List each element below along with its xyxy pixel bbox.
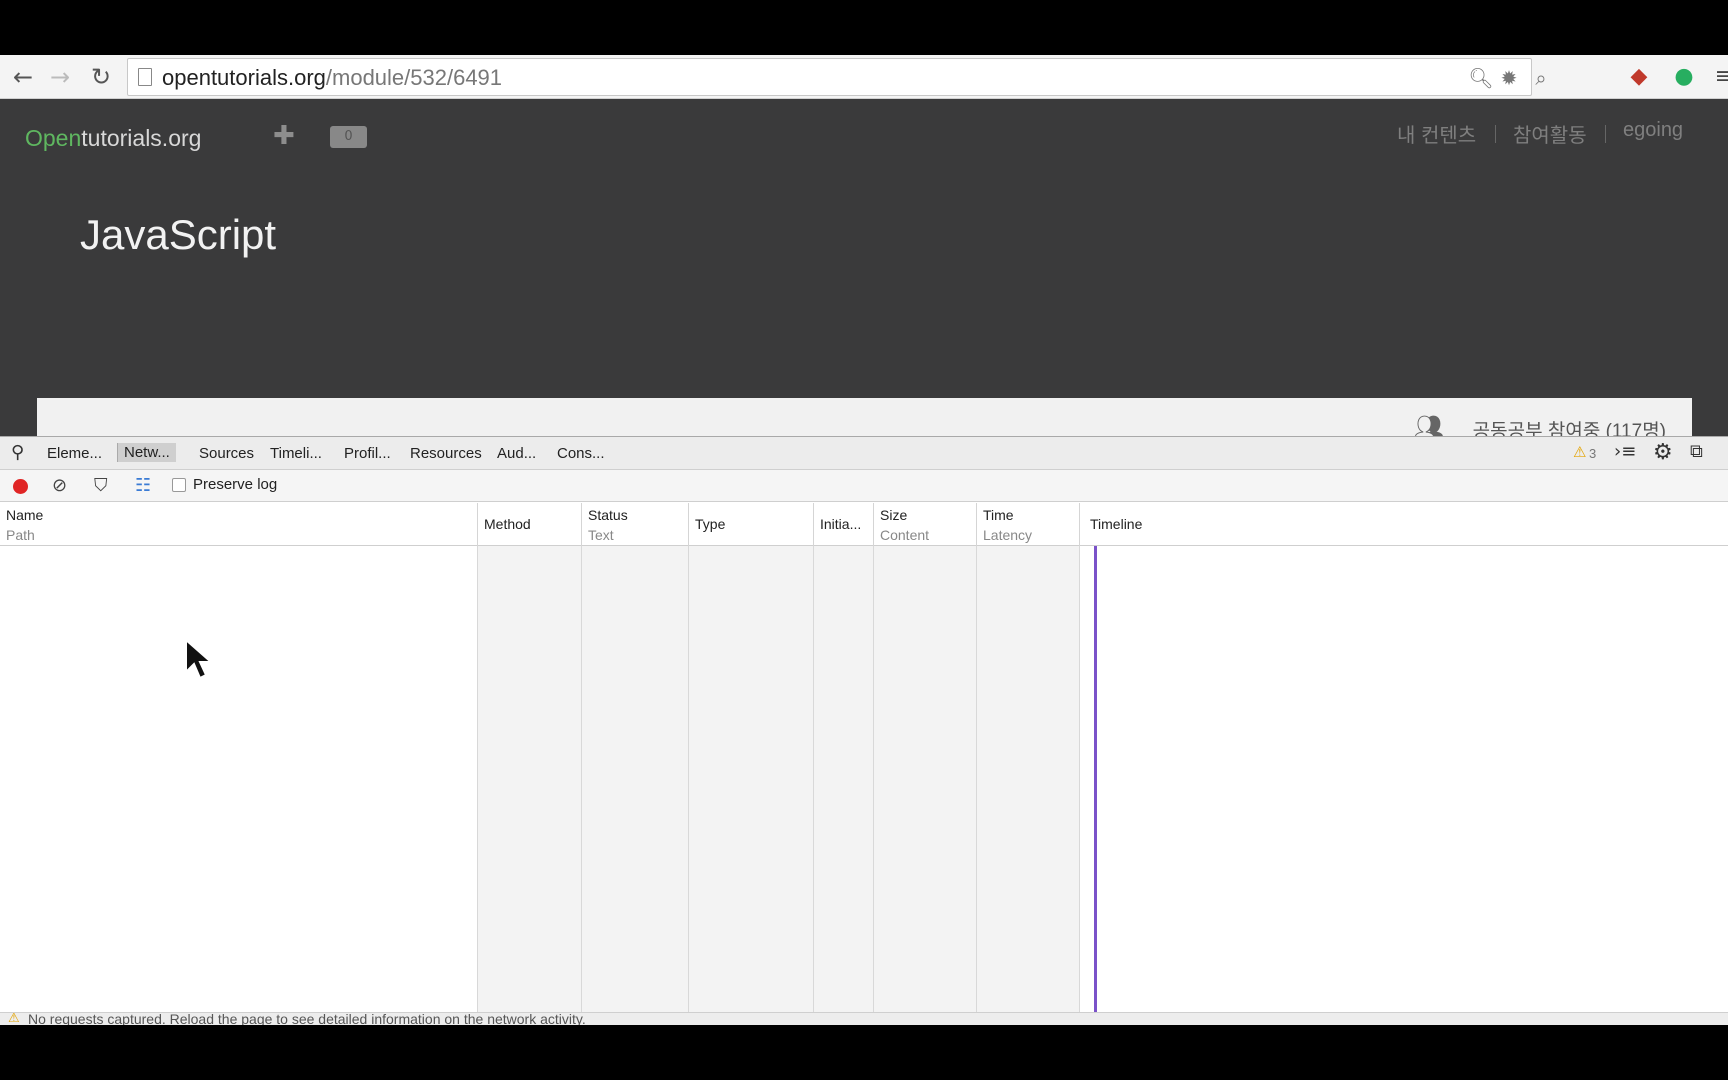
search-magnifier-icon[interactable]: 🔍︎: [1468, 65, 1494, 91]
warning-icon: ⚠: [8, 1012, 20, 1025]
list-view-icon[interactable]: ☷: [135, 475, 151, 496]
tab-profiles[interactable]: Profil...: [344, 445, 391, 462]
menu-icon[interactable]: ≡: [1710, 63, 1728, 91]
column-timeline[interactable]: Timeline: [1080, 503, 1728, 546]
nav-separator: [1495, 125, 1496, 143]
preserve-log-label: Preserve log: [193, 476, 278, 493]
timeline-marker: [1094, 546, 1097, 1012]
column-name[interactable]: Name Path: [0, 503, 478, 546]
tab-resources[interactable]: Resources: [410, 445, 482, 462]
status-bar: ⚠ No requests captured. Reload the page …: [0, 1012, 1728, 1025]
column-status[interactable]: Status Text: [582, 503, 689, 546]
filter-icon[interactable]: ⛉: [94, 475, 108, 496]
status-message: No requests captured. Reload the page to…: [28, 1012, 586, 1025]
column-time[interactable]: Time Latency: [977, 503, 1080, 546]
zoom-icon[interactable]: ⌕: [1528, 65, 1554, 91]
tab-audits[interactable]: Aud...: [497, 445, 536, 462]
clear-icon[interactable]: ⊘: [52, 475, 67, 496]
nav-separator: [1605, 125, 1606, 143]
gear-icon[interactable]: ⚙: [1653, 440, 1673, 465]
url-text: opentutorials.org/module/532/6491: [162, 65, 503, 90]
screen-frame: ← → ↻ opentutorials.org/module/532/6491 …: [0, 55, 1728, 1025]
green-extension-icon[interactable]: ●: [1670, 63, 1698, 91]
browser-toolbar: ← → ↻ opentutorials.org/module/532/6491 …: [0, 55, 1728, 99]
forward-arrow-icon[interactable]: →: [45, 62, 75, 92]
devtools-panel: ⚲ Eleme... Netw... Sources Timeli... Pro…: [0, 436, 1728, 1025]
network-grid-body: [0, 546, 1728, 1012]
gear-extension-icon[interactable]: ✹: [1496, 65, 1522, 91]
column-initiator[interactable]: Initia...: [814, 503, 874, 546]
tab-sources[interactable]: Sources: [199, 445, 254, 462]
column-type[interactable]: Type: [689, 503, 814, 546]
plus-icon[interactable]: ✚: [273, 121, 295, 151]
search-icon[interactable]: ⚲: [11, 442, 24, 463]
notification-badge[interactable]: 0: [330, 126, 367, 148]
column-method[interactable]: Method: [478, 503, 582, 546]
network-toolbar: ⊘ ⛉ ☷ Preserve log: [0, 470, 1728, 502]
dock-icon[interactable]: ⧉: [1690, 441, 1703, 462]
reload-icon[interactable]: ↻: [86, 62, 116, 92]
drawer-toggle-icon[interactable]: ›≡: [1614, 441, 1636, 462]
site-logo[interactable]: Opentutorials.org: [25, 125, 201, 152]
nav-activity[interactable]: 참여활동: [1513, 119, 1587, 148]
column-size[interactable]: Size Content: [874, 503, 977, 546]
nav-my-contents[interactable]: 내 컨텐츠: [1397, 119, 1476, 148]
devtools-tabbar: ⚲ Eleme... Netw... Sources Timeli... Pro…: [0, 437, 1728, 470]
preserve-log-checkbox[interactable]: [172, 478, 186, 492]
tab-console[interactable]: Cons...: [557, 445, 605, 462]
mouse-cursor-icon: [185, 638, 214, 680]
page-title: JavaScript: [80, 211, 277, 258]
back-arrow-icon[interactable]: ←: [8, 62, 38, 92]
red-extension-icon[interactable]: ◆: [1625, 63, 1653, 91]
tab-timeline[interactable]: Timeli...: [270, 445, 322, 462]
website-header: Opentutorials.org ✚ 0 내 컨텐츠 참여활동 egoing …: [0, 99, 1728, 491]
network-grid-header: Name Path Method Status Text Type Initia…: [0, 503, 1728, 546]
warning-count[interactable]: 3: [1589, 446, 1596, 461]
record-button[interactable]: [13, 479, 28, 494]
nav-user[interactable]: egoing: [1623, 119, 1683, 142]
tab-elements[interactable]: Eleme...: [47, 445, 102, 462]
tab-network[interactable]: Netw...: [117, 443, 176, 462]
warning-icon[interactable]: ⚠: [1573, 443, 1586, 461]
address-bar[interactable]: opentutorials.org/module/532/6491 ⌕ 🔍︎ ✹: [127, 58, 1547, 96]
page-icon: [138, 68, 152, 86]
